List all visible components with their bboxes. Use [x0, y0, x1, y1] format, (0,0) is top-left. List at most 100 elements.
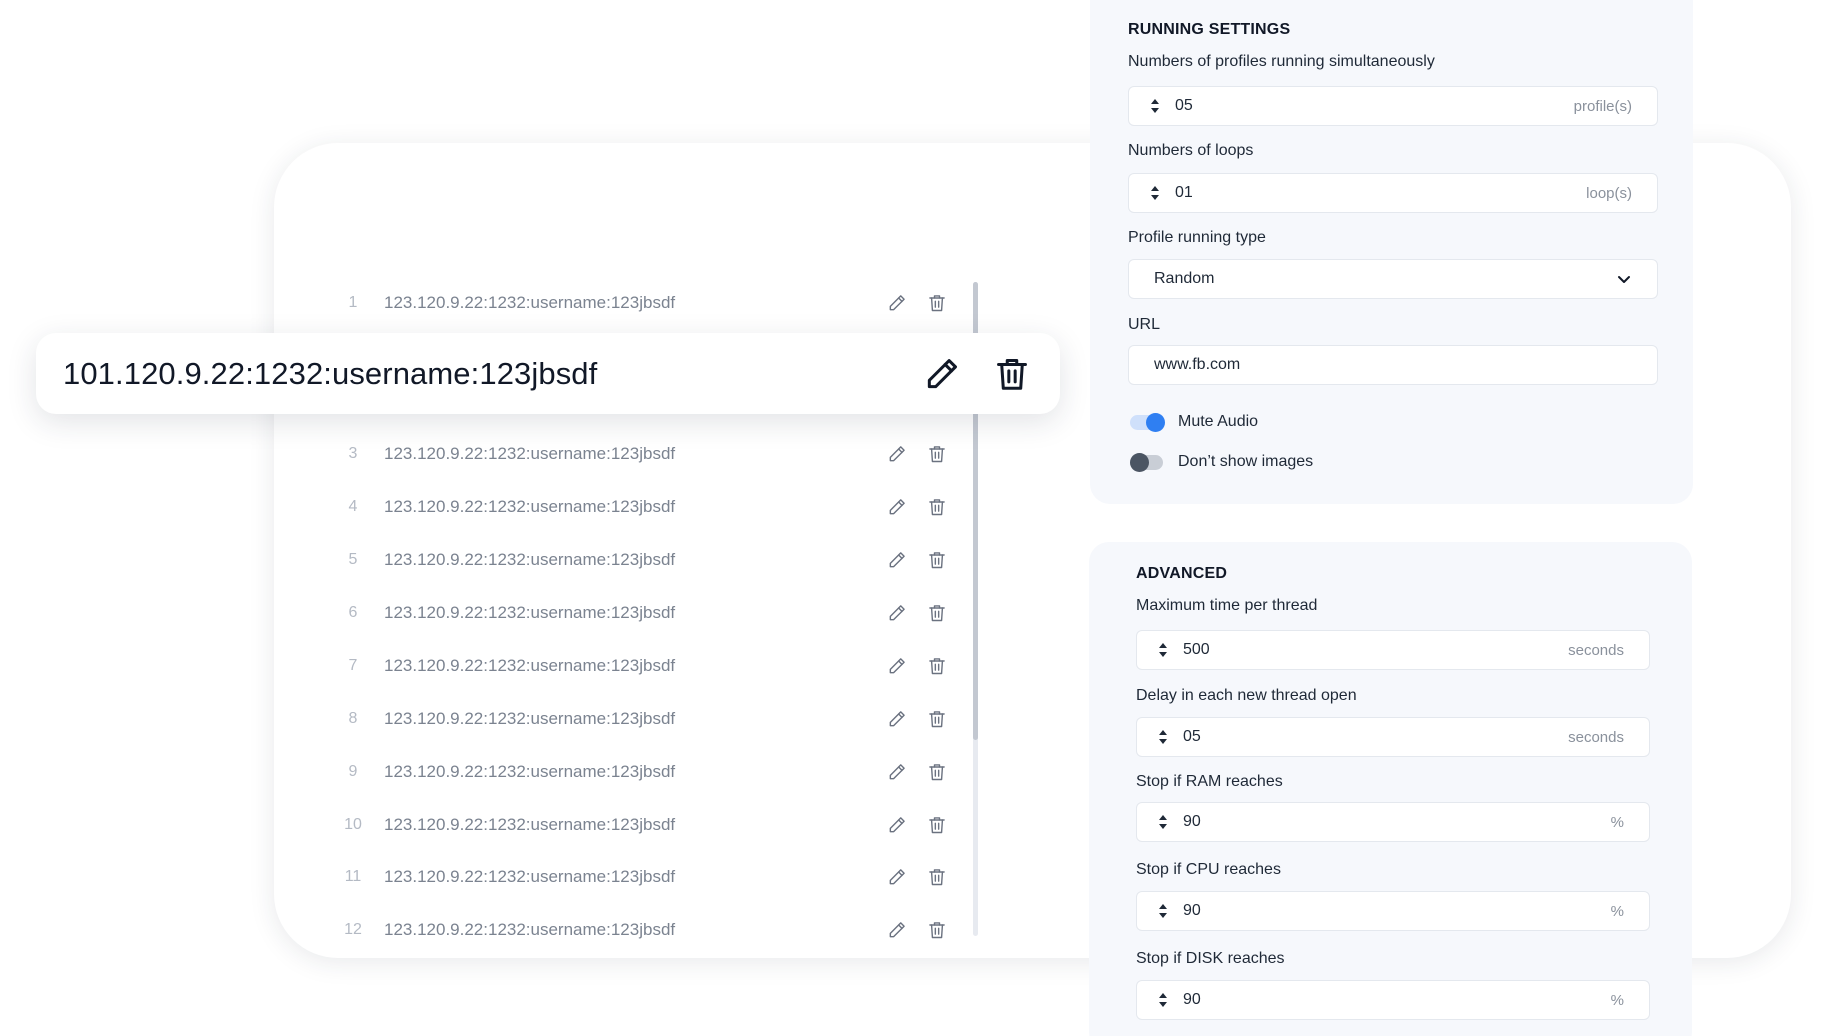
dont-show-images-label: Don’t show images	[1178, 453, 1314, 470]
delay-value: 05	[1183, 728, 1201, 745]
trash-icon[interactable]	[924, 600, 950, 626]
trash-icon[interactable]	[924, 290, 950, 316]
cpu-label: Stop if CPU reaches	[1136, 861, 1281, 878]
pencil-icon[interactable]	[884, 812, 910, 838]
proxy-text: 123.120.9.22:1232:username:123jbsdf	[384, 920, 676, 939]
proxy-row[interactable]: 1 123.120.9.22:1232:username:123jbsdf	[330, 285, 950, 321]
advanced-title: ADVANCED	[1136, 565, 1228, 582]
trash-icon[interactable]	[924, 441, 950, 467]
proxy-row[interactable]: 9 123.120.9.22:1232:username:123jbsdf	[330, 754, 950, 790]
stepper-arrows-icon[interactable]	[1149, 97, 1161, 115]
toggle-knob	[1130, 452, 1149, 472]
loops-unit: loop(s)	[1586, 184, 1632, 202]
proxy-row[interactable]: 11 123.120.9.22:1232:username:123jbsdf	[330, 859, 950, 895]
trash-icon[interactable]	[924, 706, 950, 732]
row-index: 7	[348, 657, 358, 674]
proxy-text: 123.120.9.22:1232:username:123jbsdf	[384, 867, 676, 886]
mute-audio-toggle[interactable]	[1130, 412, 1165, 432]
row-index: 4	[348, 498, 358, 515]
stepper-arrows-icon[interactable]	[1149, 184, 1161, 202]
max-time-label: Maximum time per thread	[1136, 597, 1318, 614]
proxy-row[interactable]: 7 123.120.9.22:1232:username:123jbsdf	[330, 648, 950, 684]
proxy-text: 123.120.9.22:1232:username:123jbsdf	[384, 709, 676, 728]
proxy-row[interactable]: 10 123.120.9.22:1232:username:123jbsdf	[330, 807, 950, 843]
trash-icon[interactable]	[924, 759, 950, 785]
mute-audio-label: Mute Audio	[1178, 413, 1259, 430]
stepper-arrows-icon[interactable]	[1157, 991, 1169, 1009]
loops-value: 01	[1175, 184, 1193, 201]
disk-label: Stop if DISK reaches	[1136, 950, 1285, 967]
trash-icon[interactable]	[924, 812, 950, 838]
ram-stepper[interactable]: 90 %	[1136, 802, 1650, 842]
pencil-icon[interactable]	[884, 759, 910, 785]
highlighted-proxy-text: 101.120.9.22:1232:username:123jbsdf	[63, 355, 598, 391]
delay-unit: seconds	[1568, 728, 1624, 746]
running-type-select[interactable]: Random	[1128, 259, 1658, 299]
proxy-text: 123.120.9.22:1232:username:123jbsdf	[384, 762, 676, 781]
trash-icon[interactable]	[924, 494, 950, 520]
dont-show-images-toggle-row[interactable]: Don’t show images	[1130, 452, 1314, 472]
pencil-icon[interactable]	[920, 352, 964, 396]
ram-value: 90	[1183, 813, 1201, 830]
trash-icon[interactable]	[990, 352, 1034, 396]
highlighted-proxy-row[interactable]: 101.120.9.22:1232:username:123jbsdf	[36, 333, 1060, 414]
max-time-unit: seconds	[1568, 641, 1624, 659]
profiles-value: 05	[1175, 97, 1193, 114]
pencil-icon[interactable]	[884, 917, 910, 943]
ram-label: Stop if RAM reaches	[1136, 773, 1283, 790]
trash-icon[interactable]	[924, 864, 950, 890]
delay-stepper[interactable]: 05 seconds	[1136, 717, 1650, 757]
proxy-text: 123.120.9.22:1232:username:123jbsdf	[384, 497, 676, 516]
delay-label: Delay in each new thread open	[1136, 687, 1357, 704]
proxy-text: 123.120.9.22:1232:username:123jbsdf	[384, 293, 676, 312]
proxy-text: 123.120.9.22:1232:username:123jbsdf	[384, 550, 676, 569]
cpu-stepper[interactable]: 90 %	[1136, 891, 1650, 931]
pencil-icon[interactable]	[884, 290, 910, 316]
pencil-icon[interactable]	[884, 600, 910, 626]
row-index: 9	[348, 763, 358, 780]
pencil-icon[interactable]	[884, 706, 910, 732]
profiles-stepper[interactable]: 05 profile(s)	[1128, 86, 1658, 126]
running-settings-title: RUNNING SETTINGS	[1128, 21, 1291, 38]
running-type-label: Profile running type	[1128, 229, 1266, 246]
dont-show-images-toggle[interactable]	[1130, 452, 1163, 472]
chevron-down-icon	[1616, 271, 1632, 287]
cpu-unit: %	[1610, 902, 1624, 920]
stepper-arrows-icon[interactable]	[1157, 728, 1169, 746]
row-index: 11	[344, 868, 362, 885]
loops-stepper[interactable]: 01 loop(s)	[1128, 173, 1658, 213]
proxy-row[interactable]: 3 123.120.9.22:1232:username:123jbsdf	[330, 436, 950, 472]
proxy-row[interactable]: 8 123.120.9.22:1232:username:123jbsdf	[330, 701, 950, 737]
pencil-icon[interactable]	[884, 547, 910, 573]
proxy-row[interactable]: 4 123.120.9.22:1232:username:123jbsdf	[330, 489, 950, 525]
profiles-label: Numbers of profiles running simultaneous…	[1128, 53, 1435, 70]
app-stage: 1 123.120.9.22:1232:username:123jbsdf 3 123…	[0, 0, 1834, 1036]
disk-unit: %	[1610, 991, 1624, 1009]
pencil-icon[interactable]	[884, 653, 910, 679]
stepper-arrows-icon[interactable]	[1157, 641, 1169, 659]
max-time-stepper[interactable]: 500 seconds	[1136, 630, 1650, 670]
toggle-knob	[1146, 412, 1165, 432]
row-index: 8	[348, 710, 358, 727]
proxy-row[interactable]: 5 123.120.9.22:1232:username:123jbsdf	[330, 542, 950, 578]
proxy-text: 123.120.9.22:1232:username:123jbsdf	[384, 815, 676, 834]
trash-icon[interactable]	[924, 653, 950, 679]
pencil-icon[interactable]	[884, 864, 910, 890]
ram-unit: %	[1610, 813, 1624, 831]
profiles-unit: profile(s)	[1573, 97, 1632, 115]
stepper-arrows-icon[interactable]	[1157, 813, 1169, 831]
disk-stepper[interactable]: 90 %	[1136, 980, 1650, 1020]
row-index: 12	[344, 921, 362, 938]
row-index: 6	[348, 604, 358, 621]
stepper-arrows-icon[interactable]	[1157, 902, 1169, 920]
proxy-row[interactable]: 6 123.120.9.22:1232:username:123jbsdf	[330, 595, 950, 631]
pencil-icon[interactable]	[884, 441, 910, 467]
loops-label: Numbers of loops	[1128, 142, 1254, 159]
cpu-value: 90	[1183, 902, 1201, 919]
url-input[interactable]: www.fb.com	[1128, 345, 1658, 385]
pencil-icon[interactable]	[884, 494, 910, 520]
trash-icon[interactable]	[924, 917, 950, 943]
mute-audio-toggle-row[interactable]: Mute Audio	[1130, 412, 1259, 432]
proxy-row[interactable]: 12 123.120.9.22:1232:username:123jbsdf	[330, 912, 950, 948]
trash-icon[interactable]	[924, 547, 950, 573]
